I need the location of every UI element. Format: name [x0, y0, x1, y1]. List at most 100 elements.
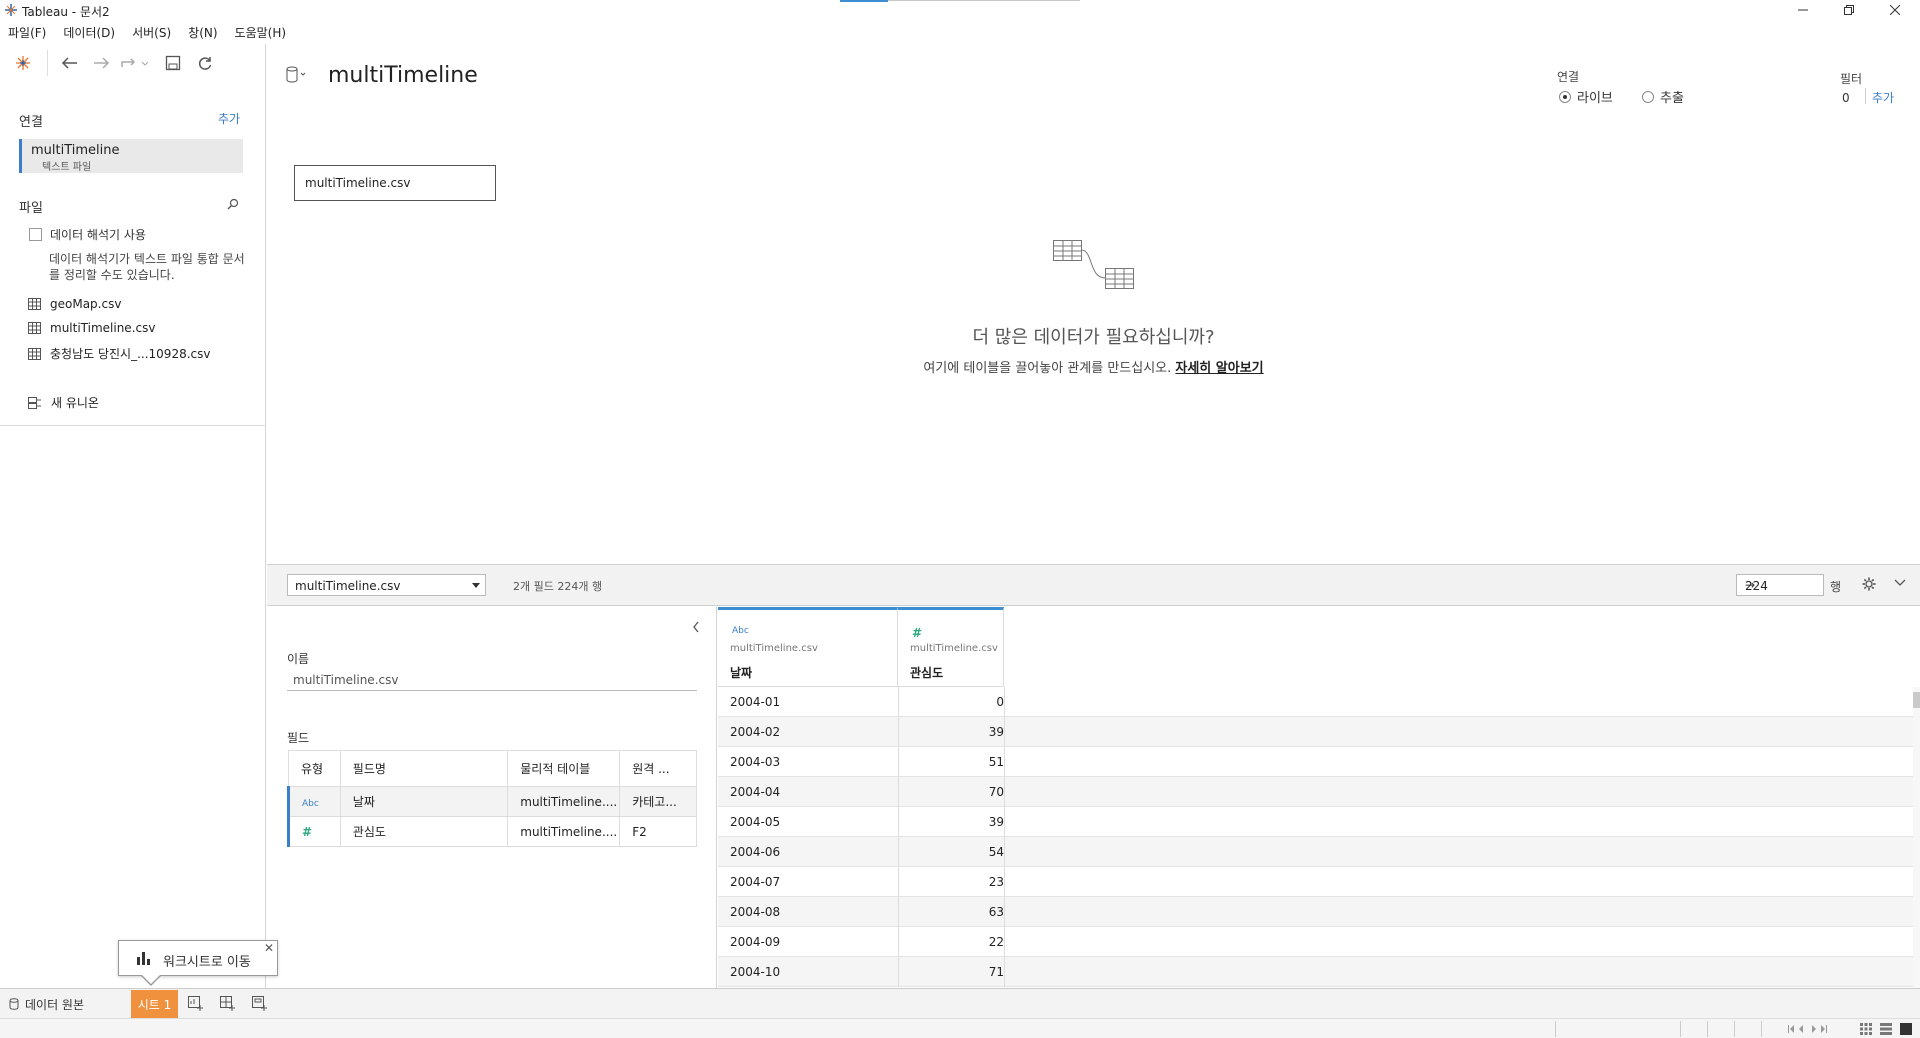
tableau-home-button[interactable] [12, 52, 34, 74]
list-view-icon[interactable] [1880, 1023, 1892, 1035]
add-connection-link[interactable]: 추가 [218, 110, 240, 127]
new-worksheet-icon[interactable] [188, 996, 204, 1011]
grid-view-icon[interactable] [1860, 1023, 1872, 1035]
table-row[interactable]: 2004-02 39 [718, 717, 1913, 747]
file-name: 충청남도 당진시_...10928.csv [50, 347, 211, 361]
table-row[interactable]: 2004-08 63 [718, 897, 1913, 927]
grid-column-header[interactable]: Abc multiTimeline.csv 날짜 [718, 607, 898, 687]
menu-help[interactable]: 도움말(H) [235, 24, 287, 41]
datasource-title[interactable]: multiTimeline [328, 63, 478, 88]
table-row[interactable]: 2004-03 51 [718, 747, 1913, 777]
filter-label: 필터 [1840, 72, 1863, 86]
table-row[interactable]: 2004-01 0 [718, 687, 1913, 717]
file-name: geoMap.csv [50, 297, 122, 311]
menu-file[interactable]: 파일(F) [8, 24, 46, 41]
column-header[interactable]: 원격 ... [619, 750, 697, 787]
close-icon[interactable]: ✕ [264, 941, 274, 955]
search-icon[interactable] [227, 198, 239, 210]
new-dashboard-icon[interactable] [220, 996, 236, 1011]
interpreter-checkbox[interactable] [29, 228, 42, 241]
scrollbar-thumb[interactable] [1913, 692, 1920, 708]
filter-separator [1865, 88, 1866, 104]
sheet-tab-bar: 데이터 원본 시트 1 [0, 988, 1920, 1018]
redo-button[interactable] [90, 52, 112, 74]
title-progress-indicator [840, 0, 888, 2]
interest-cell: 22 [988, 935, 1004, 949]
new-story-icon[interactable] [252, 996, 268, 1011]
add-filter-link[interactable]: 추가 [1872, 89, 1894, 106]
string-type-icon[interactable]: Abc [732, 626, 749, 636]
radio-extract-option[interactable]: 추출 [1642, 87, 1684, 106]
arrow-right-icon[interactable]: → [1745, 578, 1817, 592]
sheet-navigation-icon[interactable] [1788, 1024, 1836, 1034]
new-union-item[interactable]: 새 유니온 [28, 394, 99, 411]
radio-live[interactable] [1559, 90, 1571, 103]
undo-button[interactable] [59, 52, 81, 74]
restore-button[interactable] [1826, 0, 1872, 20]
number-type-icon[interactable]: # [912, 626, 922, 640]
connection-name: multiTimeline [31, 143, 120, 158]
table-row[interactable]: # 관심도 multiTimeline.... F2 [287, 816, 697, 847]
date-cell: 2004-08 [730, 905, 781, 919]
minimize-button[interactable] [1780, 0, 1826, 20]
database-icon[interactable] [286, 66, 308, 84]
table-row[interactable]: Abc 날짜 multiTimeline.... 카테고... [287, 786, 697, 817]
go-to-worksheet-tooltip[interactable]: 워크시트로 이동 ✕ [118, 940, 278, 976]
status-separator [1734, 1021, 1735, 1037]
column-separator [1004, 897, 1005, 927]
replace-datasource-button[interactable] [120, 52, 150, 74]
close-window-button[interactable] [1872, 0, 1918, 20]
type-cell[interactable]: Abc [287, 786, 341, 817]
scrollbar[interactable] [1913, 687, 1920, 988]
filmstrip-view-icon[interactable] [1900, 1023, 1912, 1035]
table-row[interactable]: 2004-10 71 [718, 957, 1913, 987]
table-row[interactable]: 2004-04 70 [718, 777, 1913, 807]
menu-server[interactable]: 서버(S) [132, 24, 171, 41]
column-header[interactable]: 물리적 테이블 [507, 750, 621, 787]
rows-input[interactable]: 224 → [1736, 574, 1824, 596]
relationship-tables-icon [1053, 240, 1134, 289]
table-select[interactable]: multiTimeline.csv [287, 574, 486, 596]
menu-data[interactable]: 데이터(D) [63, 24, 115, 41]
column-header[interactable]: 필드명 [339, 750, 509, 787]
menu-window[interactable]: 창(N) [188, 24, 217, 41]
arrow-left-icon [61, 57, 77, 69]
refresh-button[interactable] [194, 52, 216, 74]
radio-extract[interactable] [1642, 90, 1654, 103]
learn-more-link[interactable]: 자세히 알아보기 [1175, 361, 1263, 376]
interpreter-option[interactable]: 데이터 해석기 사용 [29, 226, 146, 243]
table-row[interactable]: 2004-07 23 [718, 867, 1913, 897]
meta-name-field[interactable]: multiTimeline.csv [287, 671, 697, 691]
file-item[interactable]: multiTimeline.csv [28, 321, 155, 335]
gear-icon[interactable] [1862, 577, 1876, 591]
file-item[interactable]: 충청남도 당진시_...10928.csv [28, 345, 210, 362]
table-row[interactable]: 2004-06 54 [718, 837, 1913, 867]
type-cell[interactable]: # [287, 816, 341, 847]
column-header[interactable]: 유형 [288, 750, 341, 787]
radio-live-option[interactable]: 라이브 [1559, 87, 1613, 106]
chevron-left-icon[interactable] [692, 621, 700, 633]
file-item[interactable]: geoMap.csv [28, 297, 121, 311]
table-row[interactable]: 2004-05 39 [718, 807, 1913, 837]
logical-table[interactable]: multiTimeline.csv [294, 165, 496, 201]
table-icon [28, 298, 41, 310]
remote-name-cell: 카테고... [619, 786, 697, 817]
field-name-cell[interactable]: 날짜 [339, 786, 509, 817]
tab-sheet-1[interactable]: 시트 1 [131, 990, 178, 1018]
restore-icon [1844, 5, 1854, 15]
save-button[interactable] [162, 52, 184, 74]
grid-column-header[interactable]: # multiTimeline.csv 관심도 [898, 607, 1004, 687]
file-name: multiTimeline.csv [50, 321, 156, 335]
menu-bar: 파일(F) 데이터(D) 서버(S) 창(N) 도움말(H) [0, 21, 1920, 43]
connection-item[interactable]: multiTimeline 텍스트 파일 [19, 139, 243, 173]
field-name-cell[interactable]: 관심도 [339, 816, 509, 847]
left-sidebar: 연결 추가 multiTimeline 텍스트 파일 파일 데이터 해석기 사용… [0, 44, 266, 988]
date-cell: 2004-04 [730, 785, 781, 799]
bar-chart-icon [137, 952, 150, 965]
save-icon [165, 55, 181, 71]
table-row[interactable]: 2004-09 22 [718, 927, 1913, 957]
interest-cell: 70 [988, 785, 1004, 799]
tab-datasource[interactable]: 데이터 원본 [0, 989, 131, 1019]
column-source: multiTimeline.csv [730, 643, 818, 654]
chevron-down-icon[interactable] [1894, 578, 1906, 588]
